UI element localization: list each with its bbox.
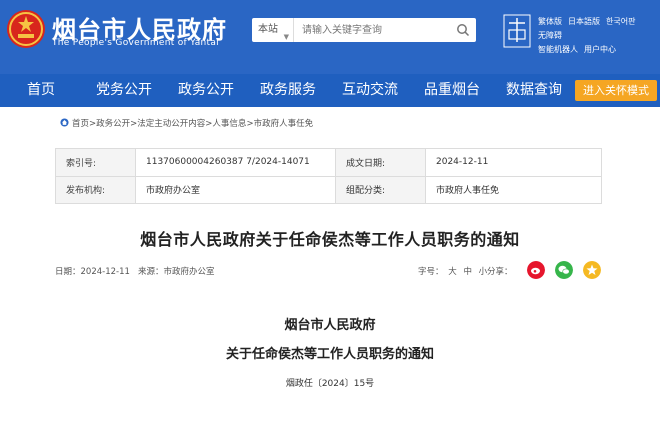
font-size-controls: 字号： 大 中 小 xyxy=(418,265,489,277)
table-row: 发布机构: 市政府办公室 组配分类: 市政府人事任免 xyxy=(55,175,602,204)
category-label: 组配分类: xyxy=(335,175,426,204)
qzone-icon[interactable] xyxy=(583,261,601,279)
link-robot[interactable]: 智能机器人 xyxy=(538,45,578,54)
publish-date: 日期：2024-12-11 xyxy=(55,267,130,277)
wechat-icon[interactable] xyxy=(555,261,573,279)
main-nav: 首页 党务公开 政务公开 政务服务 互动交流 品重烟台 数据查询 进入关怀模式 xyxy=(0,74,660,107)
breadcrumb-personnel[interactable]: 人事信息 xyxy=(212,119,246,129)
breadcrumb-statutory[interactable]: 法定主动公开内容 xyxy=(137,119,205,129)
national-emblem-icon xyxy=(7,10,45,48)
search-icon[interactable] xyxy=(456,23,470,37)
font-size-small[interactable]: 小 xyxy=(479,267,488,277)
link-japanese[interactable]: 日本語版 xyxy=(568,17,600,26)
link-user-center[interactable]: 用户中心 xyxy=(584,45,616,54)
chevron-down-icon: ▼ xyxy=(283,33,289,41)
meta-left: 日期：2024-12-11 来源：市政府办公室 xyxy=(55,265,215,277)
document-info-table: 索引号: 11370600004260387 7/2024-14071 成文日期… xyxy=(55,148,602,204)
link-traditional[interactable]: 繁体版 xyxy=(538,17,562,26)
nav-gov-affairs[interactable]: 政务公开 xyxy=(178,74,234,107)
publisher-value: 市政府办公室 xyxy=(135,175,336,204)
breadcrumb-home[interactable]: 首页 xyxy=(72,119,89,129)
font-size-label: 字号： xyxy=(418,267,444,277)
top-links: 繁体版 日本語版 한국어판 无障碍 智能机器人 用户中心 xyxy=(538,15,660,57)
search-box: 本站 ▼ xyxy=(252,18,476,42)
publisher-label: 发布机构: xyxy=(55,175,136,204)
nav-party-affairs[interactable]: 党务公开 xyxy=(96,74,152,107)
date-label: 成文日期: xyxy=(335,148,426,177)
font-size-medium[interactable]: 中 xyxy=(463,267,472,277)
index-label: 索引号: xyxy=(55,148,136,177)
weibo-icon[interactable] xyxy=(527,261,545,279)
issuing-organization: 烟台市人民政府 xyxy=(284,318,376,333)
search-input[interactable] xyxy=(298,18,448,42)
search-scope-select[interactable]: 本站 ▼ xyxy=(252,18,294,42)
document-title: 烟台市人民政府关于任命侯杰等工作人员职务的通知 xyxy=(140,230,520,249)
city-brand-logo[interactable] xyxy=(503,14,531,48)
category-value: 市政府人事任免 xyxy=(425,175,602,204)
nav-interaction[interactable]: 互动交流 xyxy=(342,74,398,107)
care-mode-button[interactable]: 进入关怀模式 xyxy=(575,80,657,101)
date-value: 2024-12-11 xyxy=(425,148,602,177)
site-subtitle: The People's Government of Yantai xyxy=(52,38,219,48)
nav-home[interactable]: 首页 xyxy=(27,74,55,107)
body-title: 关于任命侯杰等工作人员职务的通知 xyxy=(225,347,434,362)
table-row: 索引号: 11370600004260387 7/2024-14071 成文日期… xyxy=(55,148,602,177)
index-value: 11370600004260387 7/2024-14071 xyxy=(135,148,336,177)
nav-pinzhong-yantai[interactable]: 品重烟台 xyxy=(424,74,480,107)
breadcrumb: 首页>政务公开>法定主动公开内容>人事信息>市政府人事任免 xyxy=(60,117,313,129)
document-number: 烟政任〔2024〕15号 xyxy=(285,379,375,389)
font-size-large[interactable]: 大 xyxy=(448,267,457,277)
source: 来源：市政府办公室 xyxy=(138,267,215,277)
nav-gov-services[interactable]: 政务服务 xyxy=(260,74,316,107)
search-scope-label: 本站 xyxy=(258,24,278,35)
breadcrumb-gov-affairs[interactable]: 政务公开 xyxy=(96,119,130,129)
site-header: 烟台市人民政府 The People's Government of Yanta… xyxy=(0,0,660,74)
link-accessibility[interactable]: 无障碍 xyxy=(538,31,562,40)
share-label: 分享： xyxy=(487,267,513,277)
home-icon xyxy=(60,118,69,127)
breadcrumb-appointments[interactable]: 市政府人事任免 xyxy=(254,119,314,129)
nav-data-query[interactable]: 数据查询 xyxy=(506,74,562,107)
link-korean[interactable]: 한국어판 xyxy=(606,17,635,26)
